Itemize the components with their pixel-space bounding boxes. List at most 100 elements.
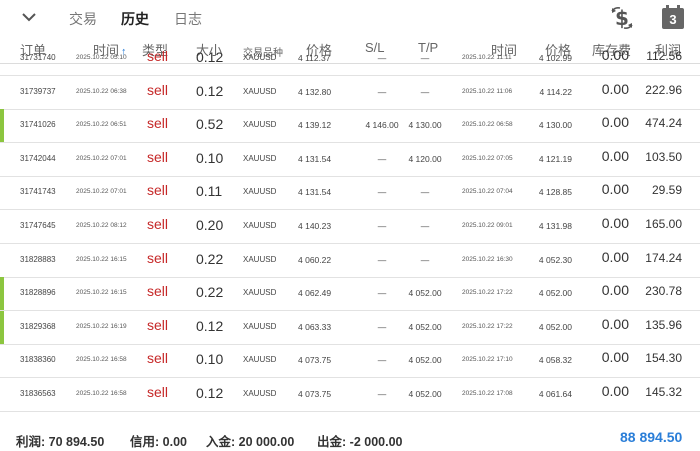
cell-stop-loss: — [377,86,387,97]
cell-close-time: 2025.10.22 09:01 [462,222,513,229]
row-marker [0,310,4,344]
cell-stop-loss: — [377,355,387,366]
summary-total: 88 894.50 [620,429,683,445]
cell-trade-type: sell [147,216,169,232]
summary-deposit-label: 入金: [206,435,236,449]
table-row[interactable]: 31828896 2025.10.22 16:15 sell 0.22 XAUUSD 4 … [0,277,700,312]
cell-close-price: 4 131.98 [538,221,572,231]
cell-symbol: XAUUSD [243,120,277,130]
cell-open-time: 2025.10.22 08:12 [76,222,127,229]
table-row[interactable]: 31838360 2025.10.22 16:58 sell 0.10 XAUUSD 4 … [0,344,700,379]
tab-trade[interactable]: 交易 [69,9,97,29]
summary-deposit-value: 20 000.00 [238,435,295,449]
table-row[interactable]: 31731740 2025.10.22 05:10 sell 0.12 XAUUSD 4 … [0,42,700,76]
cell-close-time: 2025.10.22 07:04 [462,188,513,196]
cell-stop-loss: — [377,187,387,198]
summary-profit-label: 利润: [16,435,46,449]
cell-trade-type: sell [147,384,169,400]
cell-volume: 0.11 [196,183,223,200]
cell-open-time: 2025.10.22 16:15 [76,255,127,263]
cell-open-price: 4 060.22 [298,254,332,265]
cell-open-time: 2025.10.22 05:10 [76,54,127,61]
cell-stop-loss: — [377,153,387,164]
summary-credit-value: 0.00 [162,435,187,449]
cell-volume: 0.10 [196,149,224,166]
cell-symbol: XAUUSD [243,355,277,365]
cell-swap: 0.00 [601,80,629,97]
top-bar: 交易 历史 日志 $ 3 [0,0,700,36]
cell-swap: 0.00 [601,349,629,366]
cell-volume: 0.12 [196,82,224,99]
cell-stop-loss: — [377,221,387,231]
cell-symbol: XAUUSD [243,221,277,230]
cell-open-price: 4 062.49 [298,288,332,299]
cell-close-price: 4 052.00 [538,288,572,299]
cell-take-profit: 4 052.00 [408,389,442,399]
cell-trade-type: sell [147,316,169,333]
cell-profit: 230.78 [645,284,682,299]
cell-swap: 0.00 [601,47,629,63]
tab-history[interactable]: 历史 [121,9,149,29]
cell-swap: 0.00 [601,215,629,231]
cell-order-id: 31741026 [20,120,56,130]
cell-stop-loss: — [377,288,387,299]
cell-trade-type: sell [147,148,169,165]
calendar-day: 3 [669,12,677,27]
cell-open-time: 2025.10.22 16:19 [76,322,127,330]
cell-swap: 0.00 [601,282,629,299]
table-row[interactable]: 31739737 2025.10.22 06:38 sell 0.12 XAUUSD 4 … [0,76,700,110]
cell-take-profit: — [420,86,430,97]
cell-volume: 0.22 [196,250,224,267]
summary-withdraw-label: 出金: [317,435,347,449]
cell-symbol: XAUUSD [243,254,277,264]
cell-swap: 0.00 [601,248,629,265]
cell-symbol: XAUUSD [243,53,277,62]
cell-volume: 0.12 [196,385,224,401]
cell-open-price: 4 139.12 [298,120,332,131]
cell-profit: 154.30 [645,351,682,366]
cell-open-time: 2025.10.22 07:01 [76,154,127,162]
cell-order-id: 31836563 [20,389,56,398]
cell-close-time: 2025.10.22 07:05 [462,154,513,162]
table-row[interactable]: 31836563 2025.10.22 16:58 sell 0.12 XAUUSD 4 … [0,378,700,412]
cell-close-price: 4 061.64 [538,389,572,399]
cell-trade-type: sell [147,48,169,64]
cell-symbol: XAUUSD [243,321,277,331]
tab-journal[interactable]: 日志 [174,9,202,29]
table-row[interactable]: 31829368 2025.10.22 16:19 sell 0.12 XAUUSD 4 … [0,310,700,345]
cell-close-price: 4 114.22 [539,86,572,97]
cell-close-time: 2025.10.22 17:10 [462,356,513,364]
summary-deposit: 入金: 20 000.00 [206,431,294,450]
cell-order-id: 31741743 [20,187,56,197]
cell-symbol: XAUUSD [243,288,277,298]
cell-open-time: 2025.10.22 06:51 [76,121,127,129]
table-row[interactable]: 31747645 2025.10.22 08:12 sell 0.20 XAUUSD 4 … [0,210,700,244]
cell-open-time: 2025.10.22 16:58 [76,356,127,364]
cell-open-price: 4 073.75 [298,355,332,366]
cell-order-id: 31828883 [20,254,56,264]
table-row[interactable]: 31741743 2025.10.22 07:01 sell 0.11 XAUUSD 4 … [0,176,700,211]
cell-swap: 0.00 [601,114,629,131]
summary-profit: 利润: 70 894.50 [16,431,104,450]
chevron-down-icon[interactable] [20,10,38,24]
cell-stop-loss: — [377,321,387,332]
cell-volume: 0.12 [196,49,224,65]
table-row[interactable]: 31742044 2025.10.22 07:01 sell 0.10 XAUUSD 4 … [0,143,700,177]
cell-open-time: 2025.10.22 16:15 [76,289,127,297]
cell-swap: 0.00 [601,383,629,399]
cell-open-price: 4 140.23 [298,221,332,231]
cell-profit: 29.59 [651,183,682,198]
cell-close-price: 4 058.32 [538,355,572,366]
cell-close-time: 2025.10.22 17:22 [462,322,513,330]
table-row[interactable]: 31828883 2025.10.22 16:15 sell 0.22 XAUUSD 4 … [0,244,700,278]
cell-volume: 0.22 [196,284,224,301]
cell-trade-type: sell [147,182,169,199]
cell-take-profit: 4 052.00 [408,288,442,299]
cell-trade-type: sell [147,81,169,98]
calendar-icon[interactable]: 3 [660,3,686,31]
currency-exchange-icon[interactable]: $ [609,4,635,32]
table-row[interactable]: 31741026 2025.10.22 06:51 sell 0.52 XAUUSD 4 … [0,109,700,144]
cell-close-time: 2025.10.22 17:08 [462,390,513,397]
cell-take-profit: 4 130.00 [408,120,442,131]
cell-close-time: 2025.10.22 06:58 [462,121,513,129]
